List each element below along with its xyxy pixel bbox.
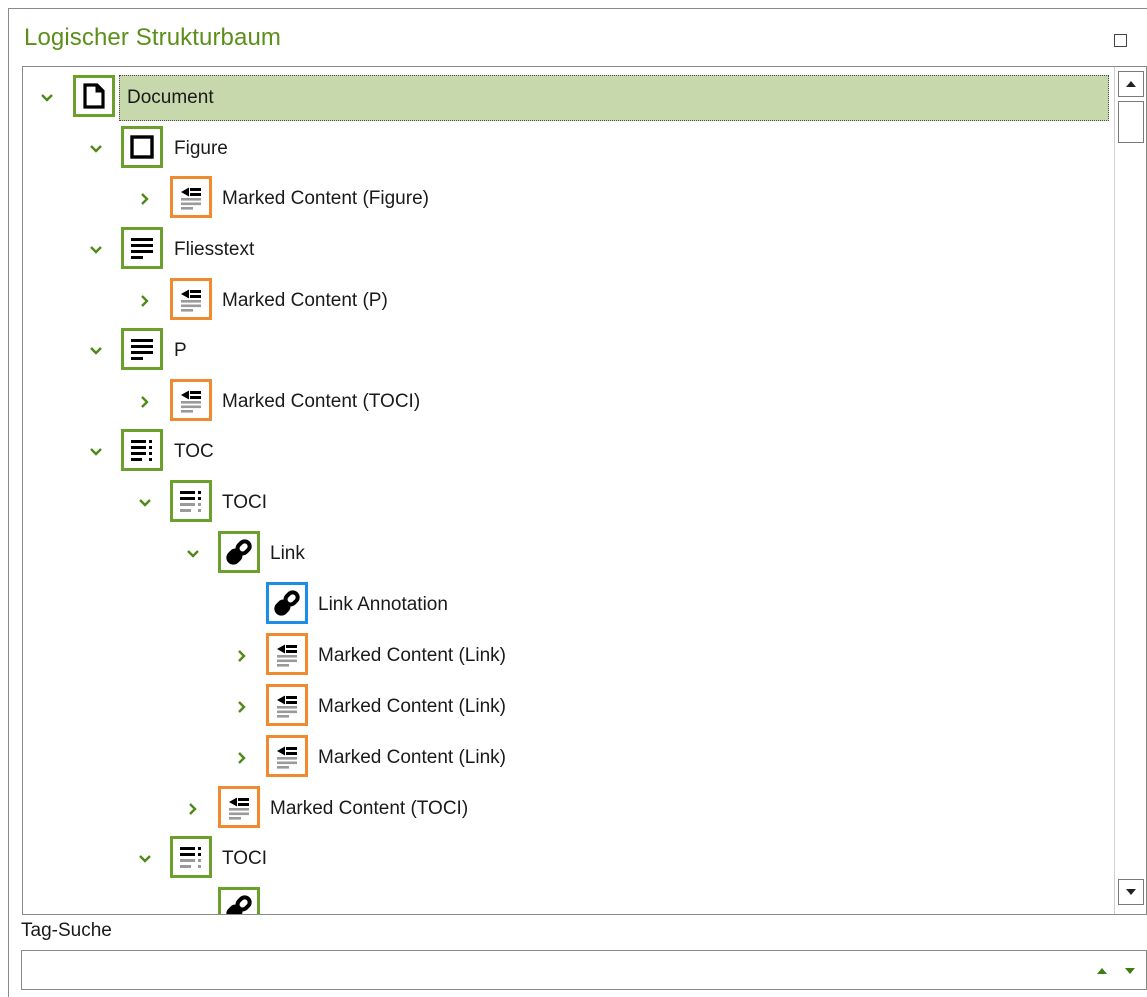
structure-tree-panel: Logischer Strukturbaum Document Figure M… xyxy=(8,8,1147,997)
tree-node-label[interactable]: Marked Content (Link) xyxy=(318,645,506,667)
chevron-right-icon[interactable] xyxy=(235,649,249,663)
tree-node-label[interactable]: Fliesstext xyxy=(174,239,254,261)
paragraph-icon xyxy=(121,328,163,370)
vertical-scrollbar[interactable] xyxy=(1114,67,1146,914)
chevron-right-icon[interactable] xyxy=(138,395,152,409)
tag-search-box xyxy=(21,950,1147,990)
toci-icon xyxy=(170,480,212,522)
tree-node-label[interactable]: TOC xyxy=(174,441,214,463)
chevron-down-icon[interactable] xyxy=(89,243,103,257)
chevron-down-icon[interactable] xyxy=(89,142,103,156)
chevron-right-icon[interactable] xyxy=(138,294,152,308)
tree-node-label[interactable]: TOCI xyxy=(222,492,267,514)
search-previous-icon[interactable] xyxy=(1095,965,1109,977)
chevron-right-icon[interactable] xyxy=(235,751,249,765)
chevron-down-icon[interactable] xyxy=(186,547,200,561)
tree-node-label[interactable]: Marked Content (P) xyxy=(222,290,388,312)
chevron-down-icon[interactable] xyxy=(89,344,103,358)
search-next-icon[interactable] xyxy=(1123,965,1137,977)
chevron-right-icon[interactable] xyxy=(235,700,249,714)
link-annotation-icon xyxy=(266,582,308,624)
tree-node-label[interactable]: P xyxy=(174,340,187,362)
structure-tree: Document Figure Marked Content (Figure) … xyxy=(22,66,1147,915)
toc-icon xyxy=(121,429,163,471)
marked-content-icon xyxy=(266,735,308,777)
scroll-up-icon[interactable] xyxy=(1118,71,1144,97)
tree-node-label[interactable]: Marked Content (Link) xyxy=(318,747,506,769)
tree-node-label: Document xyxy=(127,87,214,108)
marked-content-icon xyxy=(170,379,212,421)
chevron-down-icon[interactable] xyxy=(138,852,152,866)
tree-node-label[interactable]: Link xyxy=(270,543,305,565)
tree-node-label[interactable]: Marked Content (Figure) xyxy=(222,188,429,210)
tag-search-label: Tag-Suche xyxy=(21,920,112,941)
marked-content-icon xyxy=(218,786,260,828)
chevron-down-icon[interactable] xyxy=(138,496,152,510)
link-icon xyxy=(218,531,260,573)
paragraph-icon xyxy=(121,227,163,269)
tree-node-label[interactable]: Link Annotation xyxy=(318,594,448,616)
document-icon xyxy=(73,75,115,117)
tree-node-label[interactable]: TOCI xyxy=(222,848,267,870)
marked-content-icon xyxy=(266,684,308,726)
figure-icon xyxy=(121,126,163,168)
scroll-down-icon[interactable] xyxy=(1118,879,1144,905)
chevron-right-icon[interactable] xyxy=(138,192,152,206)
tree-row-document[interactable] xyxy=(119,75,1109,121)
maximize-icon[interactable] xyxy=(1114,34,1127,47)
panel-header: Logischer Strukturbaum xyxy=(9,9,1147,67)
tree-node-label[interactable]: Marked Content (TOCI) xyxy=(270,798,468,820)
tree-node-label[interactable]: Marked Content (TOCI) xyxy=(222,391,420,413)
chevron-down-icon[interactable] xyxy=(89,445,103,459)
scrollbar-thumb[interactable] xyxy=(1118,101,1144,143)
tree-node-label[interactable]: Figure xyxy=(174,138,228,160)
tag-search-input[interactable] xyxy=(28,955,1068,985)
link-icon xyxy=(218,887,260,914)
panel-title: Logischer Strukturbaum xyxy=(24,24,281,51)
marked-content-icon xyxy=(266,633,308,675)
marked-content-icon xyxy=(170,176,212,218)
chevron-down-icon[interactable] xyxy=(40,91,54,105)
tree-node-label[interactable]: Marked Content (Link) xyxy=(318,696,506,718)
toci-icon xyxy=(170,836,212,878)
chevron-right-icon[interactable] xyxy=(186,802,200,816)
marked-content-icon xyxy=(170,278,212,320)
